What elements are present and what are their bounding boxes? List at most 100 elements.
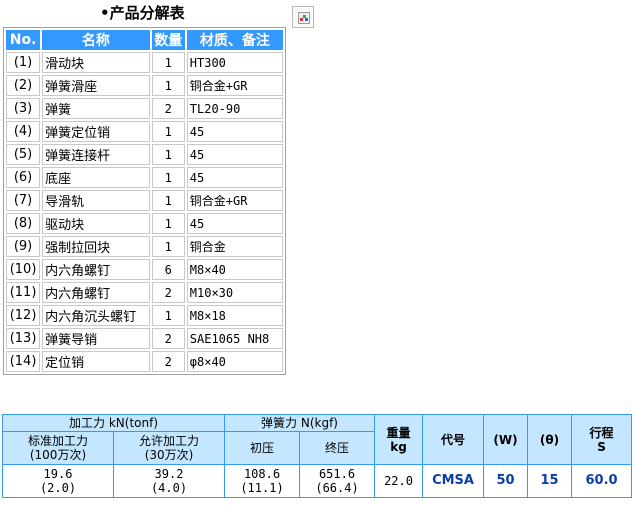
part-material-cell: 45 — [186, 121, 283, 142]
spec-header-row-top: 加工力 kN(tonf) 弹簧力 N(kgf) 重量 kg 代号 (W) (θ)… — [3, 415, 632, 464]
parts-table-body: (1) 滑动块 1 HT300 (2) 弹簧滑座 1 铜合金+GR (3) 弹簧 2 TL20-90(… — [6, 52, 283, 372]
part-number-cell: (3) — [6, 98, 41, 119]
part-number-cell: (13) — [6, 328, 41, 349]
part-name-cell: 弹簧滑座 — [42, 75, 150, 96]
part-material-cell: HT300 — [186, 52, 283, 73]
part-quantity-cell: 2 — [151, 282, 185, 303]
part-name-cell: 弹簧导销 — [42, 328, 150, 349]
initial-pressure-header: 初压 — [225, 432, 300, 464]
part-number-cell: (14) — [6, 351, 41, 372]
spec-table: 加工力 kN(tonf) 弹簧力 N(kgf) 重量 kg 代号 (W) (θ)… — [2, 414, 633, 498]
part-number-cell: (5) — [6, 144, 41, 165]
table-row: (12) 内六角沉头螺钉 1 M8×18 — [6, 305, 283, 326]
part-material-cell: 铜合金+GR — [186, 190, 283, 211]
weight-header: 重量 kg — [375, 415, 423, 464]
part-name-cell: 导滑轨 — [42, 190, 150, 211]
part-quantity-cell: 1 — [151, 305, 185, 326]
table-row: (1) 滑动块 1 HT300 — [6, 52, 283, 73]
image-placeholder-glyph — [298, 12, 310, 24]
table-row: (2) 弹簧滑座 1 铜合金+GR — [6, 75, 283, 96]
part-number-cell: (4) — [6, 121, 41, 142]
table-row: (3) 弹簧 2 TL20-90 — [6, 98, 283, 119]
part-quantity-cell: 1 — [151, 144, 185, 165]
broken-image-icon — [292, 6, 314, 28]
code-value: CMSA — [423, 465, 484, 497]
w-header: (W) — [484, 415, 528, 464]
part-material-cell: TL20-90 — [186, 98, 283, 119]
table-row: (7) 导滑轨 1 铜合金+GR — [6, 190, 283, 211]
part-name-cell: 滑动块 — [42, 52, 150, 73]
spring-force-header: 弹簧力 N(kgf) — [225, 415, 375, 431]
part-name-cell: 弹簧连接杆 — [42, 144, 150, 165]
part-name-cell: 底座 — [42, 167, 150, 188]
table-row: (6) 底座 1 45 — [6, 167, 283, 188]
part-name-cell: 弹簧定位销 — [42, 121, 150, 142]
part-quantity-cell: 1 — [151, 52, 185, 73]
part-number-cell: (11) — [6, 282, 41, 303]
part-material-cell: 45 — [186, 144, 283, 165]
part-material-cell: 45 — [186, 213, 283, 234]
header-name: 名称 — [42, 30, 150, 50]
part-name-cell: 弹簧 — [42, 98, 150, 119]
part-quantity-cell: 1 — [151, 236, 185, 257]
allowed-force-value: 39.2 (4.0) — [114, 465, 225, 497]
w-value: 50 — [484, 465, 528, 497]
part-quantity-cell: 2 — [151, 328, 185, 349]
parts-table-header-row: No. 名称 数量 材质、备注 — [6, 30, 283, 50]
part-quantity-cell: 1 — [151, 213, 185, 234]
header-material: 材质、备注 — [186, 30, 283, 50]
part-name-cell: 内六角沉头螺钉 — [42, 305, 150, 326]
part-name-cell: 强制拉回块 — [42, 236, 150, 257]
part-name-cell: 内六角螺钉 — [42, 259, 150, 280]
part-material-cell: 铜合金+GR — [186, 75, 283, 96]
parts-table-title: •产品分解表 — [100, 4, 185, 22]
initial-pressure-value: 108.6 (11.1) — [225, 465, 300, 497]
part-quantity-cell: 2 — [151, 351, 185, 372]
table-row: (11) 内六角螺钉 2 M10×30 — [6, 282, 283, 303]
processing-force-header: 加工力 kN(tonf) — [3, 415, 225, 431]
header-quantity: 数量 — [151, 30, 185, 50]
theta-header: (θ) — [528, 415, 572, 464]
part-quantity-cell: 1 — [151, 121, 185, 142]
part-quantity-cell: 2 — [151, 98, 185, 119]
part-name-cell: 内六角螺钉 — [42, 282, 150, 303]
part-number-cell: (7) — [6, 190, 41, 211]
part-material-cell: M8×40 — [186, 259, 283, 280]
code-header: 代号 — [423, 415, 484, 464]
final-pressure-header: 终压 — [300, 432, 375, 464]
part-name-cell: 定位销 — [42, 351, 150, 372]
part-material-cell: φ8×40 — [186, 351, 283, 372]
standard-force-value: 19.6 (2.0) — [3, 465, 113, 497]
table-row: (4) 弹簧定位销 1 45 — [6, 121, 283, 142]
part-number-cell: (10) — [6, 259, 41, 280]
part-quantity-cell: 1 — [151, 75, 185, 96]
part-number-cell: (12) — [6, 305, 41, 326]
part-number-cell: (1) — [6, 52, 41, 73]
table-row: (13) 弹簧导销 2 SAE1065 NH8 — [6, 328, 283, 349]
table-row: (9) 强制拉回块 1 铜合金 — [6, 236, 283, 257]
part-quantity-cell: 6 — [151, 259, 185, 280]
header-no: No. — [6, 30, 41, 50]
final-pressure-value: 651.6 (66.4) — [300, 465, 375, 497]
stroke-header: 行程 S — [572, 415, 632, 464]
allowed-force-header: 允许加工力 (30万次) — [114, 432, 225, 464]
part-number-cell: (6) — [6, 167, 41, 188]
part-quantity-cell: 1 — [151, 167, 185, 188]
part-name-cell: 驱动块 — [42, 213, 150, 234]
theta-value: 15 — [528, 465, 572, 497]
part-material-cell: 铜合金 — [186, 236, 283, 257]
parts-table: No. 名称 数量 材质、备注 (1) 滑动块 1 HT300 (2) 弹簧滑座 1 铜合金+… — [3, 27, 286, 375]
part-material-cell: M8×18 — [186, 305, 283, 326]
table-row: (14) 定位销 2 φ8×40 — [6, 351, 283, 372]
table-row: (10) 内六角螺钉 6 M8×40 — [6, 259, 283, 280]
stroke-value: 60.0 — [572, 465, 632, 497]
part-number-cell: (2) — [6, 75, 41, 96]
part-material-cell: SAE1065 NH8 — [186, 328, 283, 349]
spec-value-row: 19.6 (2.0) 39.2 (4.0) 108.6 (11.1) 651.6… — [3, 465, 632, 497]
table-row: (8) 驱动块 1 45 — [6, 213, 283, 234]
part-material-cell: 45 — [186, 167, 283, 188]
part-number-cell: (8) — [6, 213, 41, 234]
standard-force-header: 标准加工力 (100万次) — [3, 432, 113, 464]
part-number-cell: (9) — [6, 236, 41, 257]
part-material-cell: M10×30 — [186, 282, 283, 303]
